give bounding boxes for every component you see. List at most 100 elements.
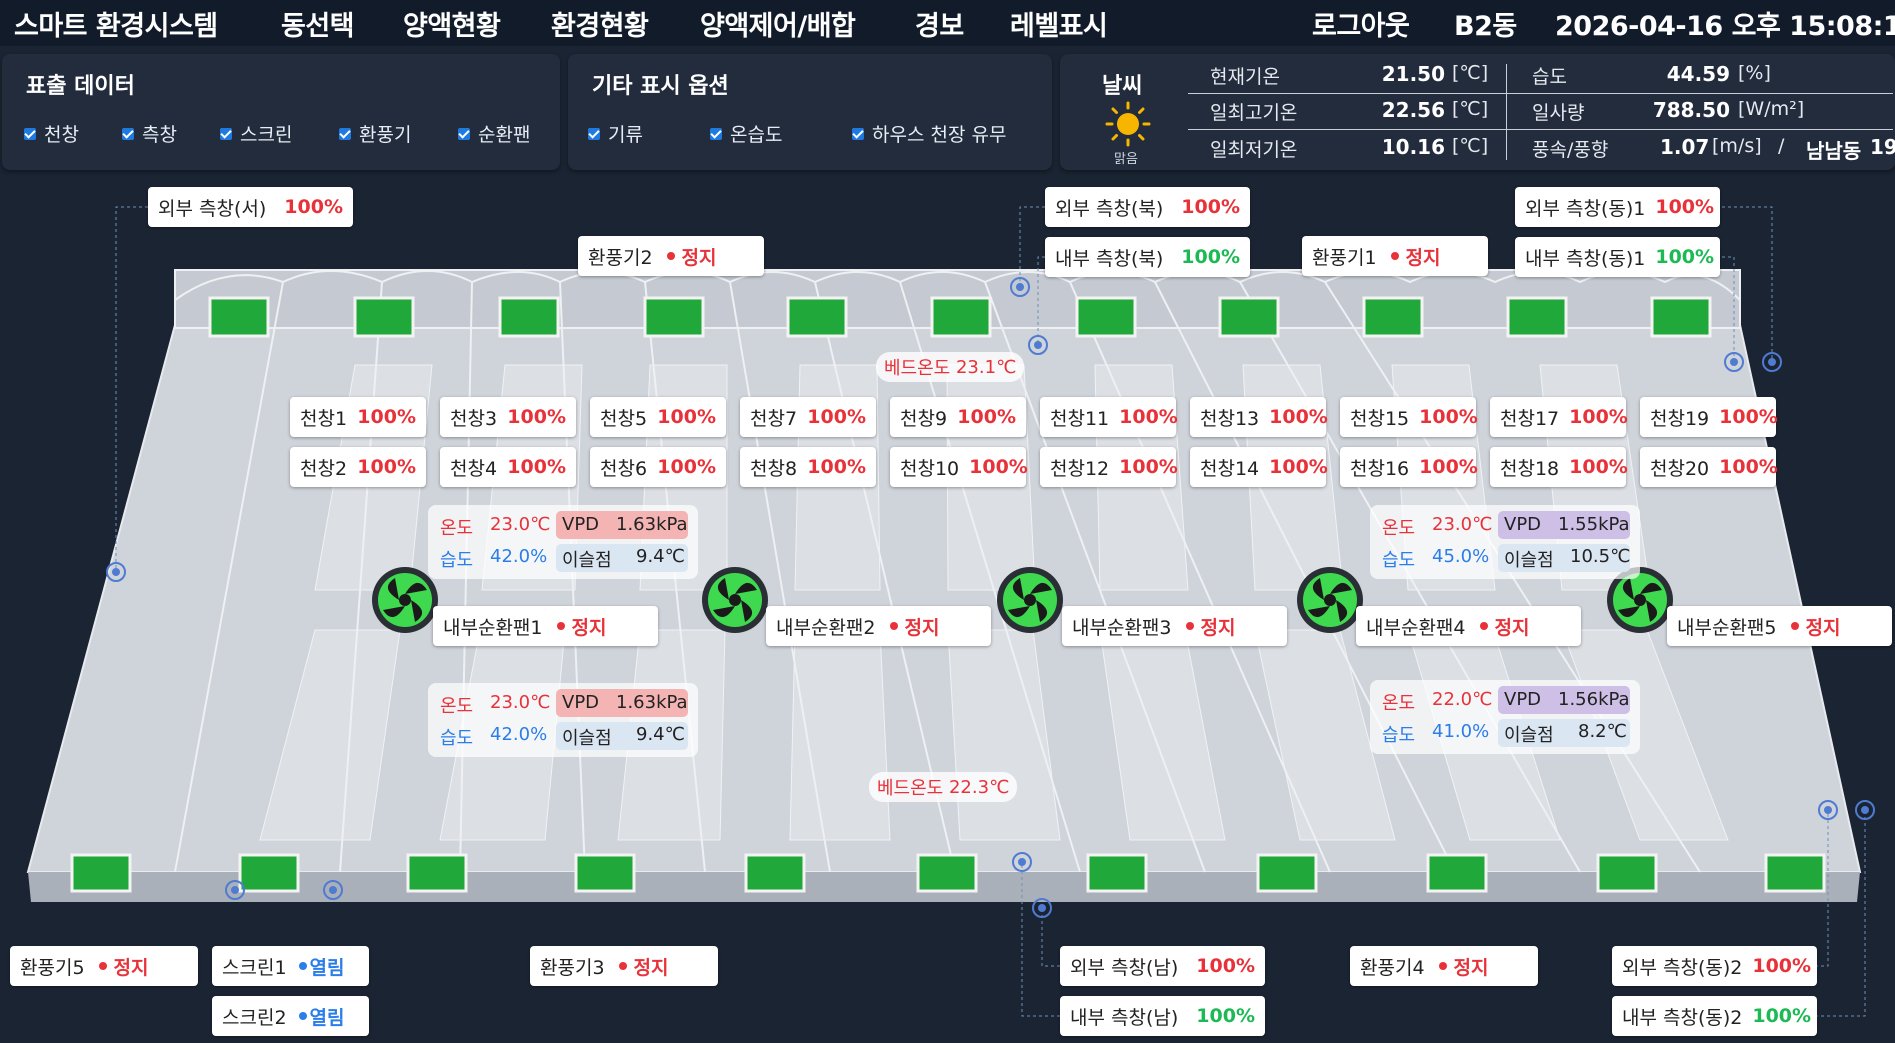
roof-window-6[interactable]: 천창6 100%	[590, 447, 726, 487]
roof-window-16[interactable]: 천창16 100%	[1340, 447, 1478, 487]
roof-window-2[interactable]: 천창2 100%	[290, 447, 426, 487]
tag-value: 100%	[1569, 456, 1628, 478]
roof-window-1[interactable]: 천창1 100%	[290, 397, 426, 437]
side-window-east2-outer[interactable]: 외부 측창(동)2 100%	[1612, 946, 1817, 986]
screen-1[interactable]: 스크린1 열림	[212, 946, 369, 986]
vpd-label: VPD	[562, 514, 600, 535]
roof-window-19[interactable]: 천창19 100%	[1640, 397, 1778, 437]
temp-value: 23.0℃	[490, 514, 551, 535]
tag-value: 100%	[657, 456, 716, 478]
status-dot-icon	[298, 962, 307, 970]
tag-value: 100%	[357, 406, 416, 428]
roof-window-4[interactable]: 천창4 100%	[440, 447, 576, 487]
roof-window-17[interactable]: 천창17 100%	[1490, 397, 1628, 437]
roof-window-13[interactable]: 천창13 100%	[1190, 397, 1328, 437]
roof-window-3[interactable]: 천창3 100%	[440, 397, 576, 437]
ventilator-2[interactable]: 환풍기2 정지	[578, 236, 764, 276]
side-window-east1-outer[interactable]: 외부 측창(동)1 100%	[1515, 187, 1720, 227]
tag-label: 환풍기5	[20, 956, 85, 979]
side-window-east2-inner[interactable]: 내부 측창(동)2 100%	[1612, 996, 1817, 1036]
tag-label: 천창17	[1500, 407, 1560, 430]
status-dot-icon	[618, 962, 627, 970]
ventilator-1[interactable]: 환풍기1 정지	[1302, 236, 1488, 276]
status-dot-icon	[1790, 622, 1799, 630]
dew-label: 이슬점	[1504, 550, 1554, 571]
vpd-value: 1.55kPa	[1558, 514, 1630, 535]
tag-label: 천창20	[1650, 457, 1710, 480]
roof-window-12[interactable]: 천창12 100%	[1040, 447, 1178, 487]
dew-label: 이슬점	[562, 550, 612, 571]
vpd-label: VPD	[1504, 689, 1542, 710]
tag-status: 정지	[681, 246, 717, 269]
dew-label: 이슬점	[562, 728, 612, 749]
humidity-label: 습도	[1382, 725, 1416, 746]
tag-value: 100%	[507, 456, 566, 478]
circ-fan-3[interactable]: 내부순환팬3 정지	[1062, 606, 1287, 646]
vpd-value: 1.63kPa	[616, 514, 688, 535]
tag-label: 천창9	[900, 407, 948, 430]
status-dot-icon	[1438, 962, 1447, 970]
bed-temp-label: 베드온도	[877, 778, 944, 799]
side-window-south-outer[interactable]: 외부 측창(남) 100%	[1060, 946, 1265, 986]
bed-temp-value: 22.3℃	[948, 776, 1010, 798]
roof-window-5[interactable]: 천창5 100%	[590, 397, 726, 437]
tag-value: 100%	[969, 456, 1028, 478]
side-window-south-inner[interactable]: 내부 측창(남) 100%	[1060, 996, 1265, 1036]
tag-status: 정지	[1494, 616, 1530, 639]
tag-label: 천창15	[1350, 407, 1410, 430]
status-dot-icon	[1479, 622, 1488, 630]
tag-value: 100%	[1719, 406, 1778, 428]
ventilator-5[interactable]: 환풍기5 정지	[10, 946, 198, 986]
ventilator-3[interactable]: 환풍기3 정지	[530, 946, 718, 986]
roof-window-10[interactable]: 천창10 100%	[890, 447, 1028, 487]
tag-label: 천창6	[600, 457, 648, 480]
bed-temp-top: 베드온도 23.1℃	[876, 352, 1025, 382]
side-window-east1-inner[interactable]: 내부 측창(동)1 100%	[1515, 237, 1720, 277]
circ-fan-2[interactable]: 내부순환팬2 정지	[766, 606, 991, 646]
tag-label: 환풍기4	[1360, 956, 1425, 979]
tag-status: 정지	[571, 616, 607, 639]
tag-label: 천창16	[1350, 457, 1410, 480]
roof-window-11[interactable]: 천창11 100%	[1040, 397, 1178, 437]
circ-fan-1[interactable]: 내부순환팬1 정지	[433, 606, 658, 646]
tag-label: 내부 측창(북)	[1055, 247, 1164, 270]
status-dot-icon	[298, 1012, 307, 1020]
tag-value: 100%	[1655, 246, 1715, 268]
tag-value: 100%	[1181, 196, 1240, 218]
roof-window-20[interactable]: 천창20 100%	[1640, 447, 1778, 487]
side-window-north-inner[interactable]: 내부 측창(북) 100%	[1045, 237, 1250, 277]
tag-label: 천창4	[450, 457, 498, 480]
humidity-value: 42.0%	[490, 546, 548, 567]
circ-fan-5[interactable]: 내부순환팬5 정지	[1667, 606, 1892, 646]
screen-2[interactable]: 스크린2 열림	[212, 996, 369, 1036]
ventilator-4[interactable]: 환풍기4 정지	[1350, 946, 1538, 986]
tag-value: 100%	[1196, 955, 1255, 977]
env-sensor-box-4: 온도 22.0℃ 습도 41.0% VPD 1.56kPa 이슬점 8.2℃	[1370, 680, 1640, 754]
tag-value: 100%	[1655, 196, 1715, 218]
roof-window-7[interactable]: 천창7 100%	[740, 397, 876, 437]
tag-value: 100%	[1119, 406, 1178, 428]
side-window-west-outer[interactable]: 외부 측창(서) 100%	[148, 187, 353, 227]
tag-label: 내부순환팬5	[1677, 616, 1777, 639]
tag-label: 내부순환팬3	[1072, 616, 1172, 639]
humidity-value: 45.0%	[1432, 546, 1490, 567]
roof-window-8[interactable]: 천창8 100%	[740, 447, 876, 487]
roof-window-18[interactable]: 천창18 100%	[1490, 447, 1628, 487]
tag-value: 100%	[1196, 1005, 1255, 1027]
roof-window-15[interactable]: 천창15 100%	[1340, 397, 1478, 437]
tag-value: 100%	[284, 196, 343, 218]
tag-label: 스크린2	[222, 1006, 287, 1029]
tag-label: 천창2	[300, 457, 348, 480]
tag-label: 천창1	[300, 407, 348, 430]
roof-window-14[interactable]: 천창14 100%	[1190, 447, 1328, 487]
humidity-value: 41.0%	[1432, 721, 1490, 742]
circ-fan-4[interactable]: 내부순환팬4 정지	[1356, 606, 1581, 646]
side-window-north-outer[interactable]: 외부 측창(북) 100%	[1045, 187, 1250, 227]
roof-window-9[interactable]: 천창9 100%	[890, 397, 1026, 437]
tag-label: 외부 측창(동)2	[1622, 956, 1743, 979]
humidity-label: 습도	[440, 728, 474, 749]
tag-value: 100%	[1719, 456, 1778, 478]
tag-label: 천창11	[1050, 407, 1110, 430]
status-dot-icon	[889, 622, 898, 630]
tag-label: 천창7	[750, 407, 798, 430]
